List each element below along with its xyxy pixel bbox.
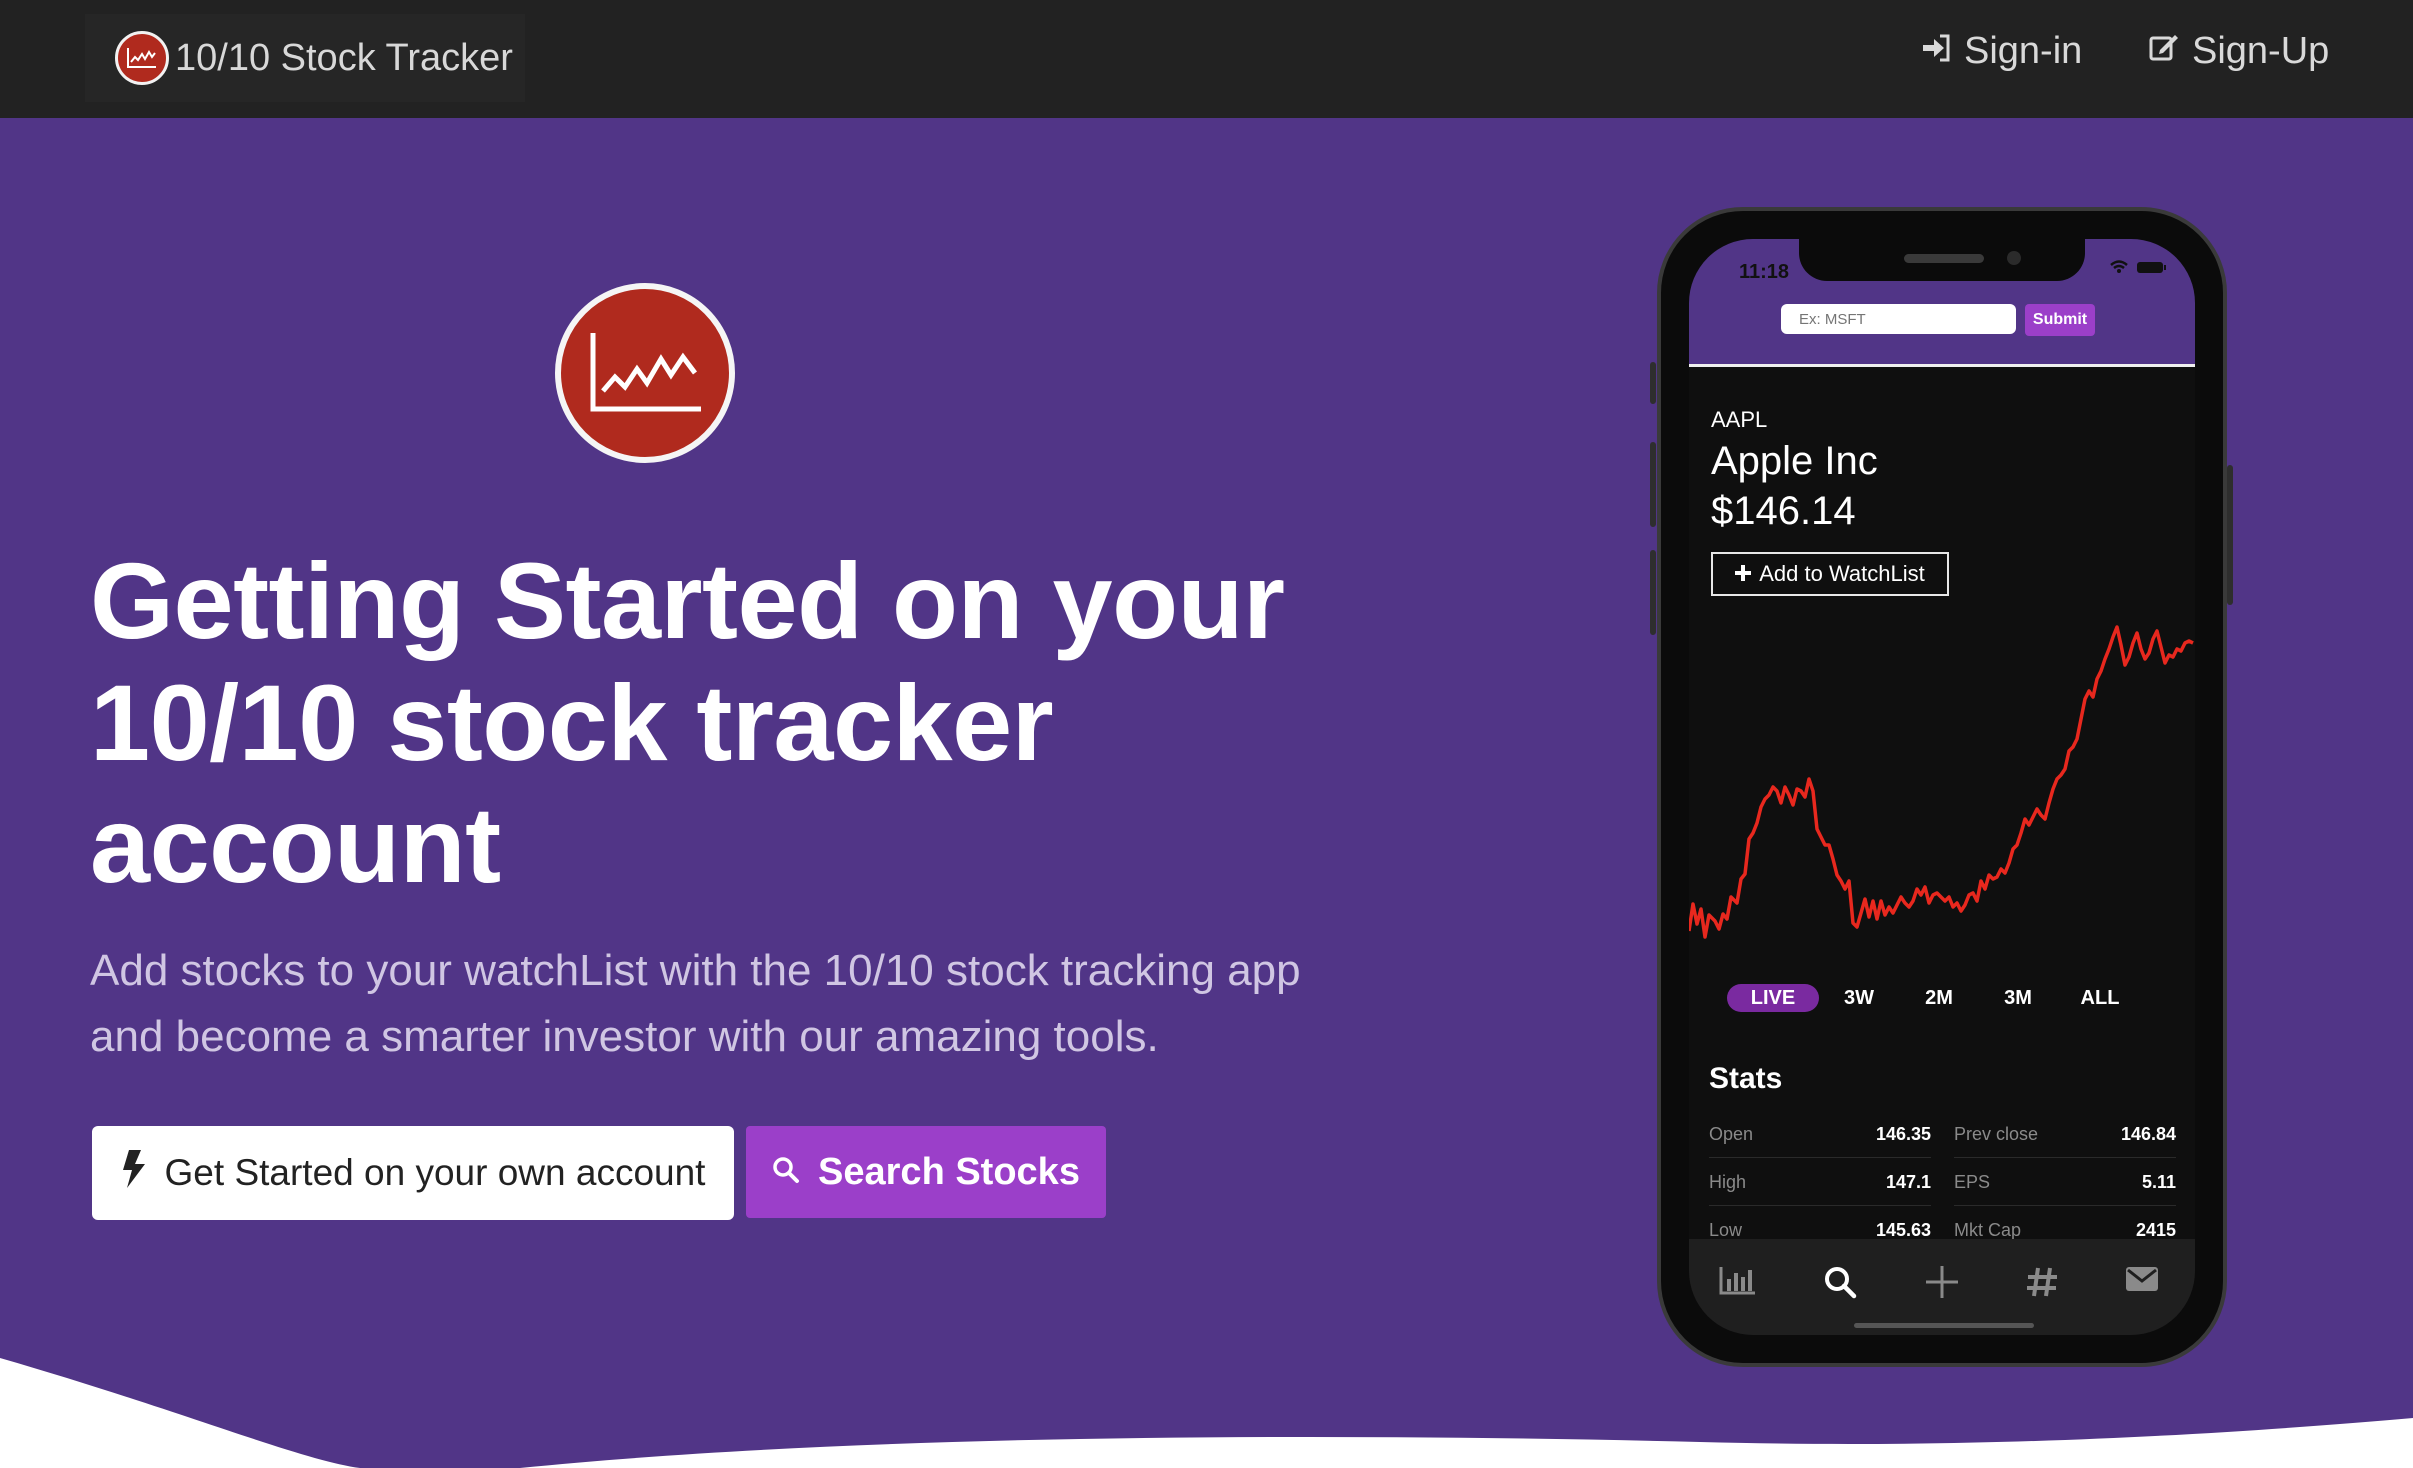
bolt-icon xyxy=(121,1149,147,1198)
bar-chart-icon[interactable] xyxy=(1719,1265,1757,1300)
signin-link[interactable]: Sign-in xyxy=(1920,30,2082,73)
mail-icon[interactable] xyxy=(2125,1265,2159,1298)
wifi-battery-icon xyxy=(2109,259,2169,280)
range-2m[interactable]: 2M xyxy=(1899,984,1979,1012)
phone-notch xyxy=(1799,239,2085,281)
signup-link[interactable]: Sign-Up xyxy=(2148,30,2329,73)
phone-volume-up xyxy=(1650,442,1656,527)
search-icon xyxy=(772,1151,800,1194)
brand-title: 10/10 Stock Tracker xyxy=(175,36,513,79)
stock-price: $146.14 xyxy=(1711,489,1856,533)
search-stocks-label: Search Stocks xyxy=(818,1150,1080,1193)
range-selector: LIVE 3W 2M 3M ALL xyxy=(1727,984,2143,1012)
plus-icon xyxy=(1735,561,1752,587)
ticker-search-input[interactable] xyxy=(1781,304,2016,334)
stat-row: Open 146.35 xyxy=(1709,1112,1931,1158)
get-started-button[interactable]: Get Started on your own account xyxy=(92,1126,734,1220)
phone-mockup: 11:18 Submit AAPL Apple Inc $146.14 xyxy=(1657,207,2227,1367)
phone-volume-down xyxy=(1650,550,1656,635)
stat-value: 146.84 xyxy=(2120,1124,2176,1144)
price-line xyxy=(1689,625,2194,939)
stats-title: Stats xyxy=(1709,1062,1783,1095)
app-header: 11:18 Submit xyxy=(1689,239,2195,367)
company-name: Apple Inc xyxy=(1711,439,1878,483)
stat-label: Prev close xyxy=(1954,1124,2039,1144)
stat-row: Prev close 146.84 xyxy=(1954,1112,2176,1158)
hero-subtext: Add stocks to your watchList with the 10… xyxy=(90,946,1301,1061)
camera xyxy=(2007,251,2021,265)
phone-power-button xyxy=(2227,465,2233,605)
stat-value: 146.35 xyxy=(1875,1124,1931,1144)
get-started-label: Get Started on your own account xyxy=(164,1152,706,1193)
range-all[interactable]: ALL xyxy=(2057,984,2143,1012)
navbar: 10/10 Stock Tracker Sign-in Sign-Up xyxy=(0,0,2413,118)
stat-value: 145.63 xyxy=(1875,1220,1931,1240)
brand-link[interactable]: 10/10 Stock Tracker xyxy=(85,14,525,102)
speaker xyxy=(1904,254,1984,263)
range-3w[interactable]: 3W xyxy=(1819,984,1899,1012)
ticker-submit-button[interactable]: Submit xyxy=(2025,304,2095,336)
hero-logo-icon xyxy=(555,283,735,463)
range-live[interactable]: LIVE xyxy=(1727,984,1819,1012)
stat-label: Open xyxy=(1709,1124,1754,1144)
stat-row: EPS 5.11 xyxy=(1954,1160,2176,1206)
stat-label: EPS xyxy=(1954,1172,1991,1192)
range-3m[interactable]: 3M xyxy=(1979,984,2057,1012)
hashtag-icon[interactable] xyxy=(2025,1265,2059,1304)
stat-value: 147.1 xyxy=(1885,1172,1931,1192)
plus-tab-icon[interactable] xyxy=(1925,1265,1959,1304)
home-indicator xyxy=(1854,1323,2034,1328)
search-tab-icon[interactable] xyxy=(1823,1265,1857,1304)
signin-label: Sign-in xyxy=(1964,30,2083,72)
edit-icon xyxy=(2148,30,2180,73)
watchlist-label: Add to WatchList xyxy=(1759,561,1925,586)
page-title: Getting Started on your 10/10 stock trac… xyxy=(90,540,1285,905)
signup-label: Sign-Up xyxy=(2192,30,2330,72)
search-stocks-button[interactable]: Search Stocks xyxy=(746,1126,1106,1218)
phone-screen: 11:18 Submit AAPL Apple Inc $146.14 xyxy=(1689,239,2195,1335)
stock-chart-logo-icon xyxy=(115,31,169,85)
stat-label: Mkt Cap xyxy=(1954,1220,2022,1240)
price-line-chart xyxy=(1689,625,2194,939)
stat-value: 2415 xyxy=(2135,1220,2176,1240)
phone-side-button xyxy=(1650,362,1656,404)
stat-row: High 147.1 xyxy=(1709,1160,1931,1206)
tab-bar xyxy=(1689,1239,2195,1335)
stat-label: High xyxy=(1709,1172,1747,1192)
status-time: 11:18 xyxy=(1739,261,1790,283)
sign-in-icon xyxy=(1920,30,1952,73)
stat-value: 5.11 xyxy=(2141,1172,2176,1192)
add-to-watchlist-button[interactable]: Add to WatchList xyxy=(1711,552,1949,596)
stat-label: Low xyxy=(1709,1220,1743,1240)
stock-symbol: AAPL xyxy=(1711,407,1768,432)
